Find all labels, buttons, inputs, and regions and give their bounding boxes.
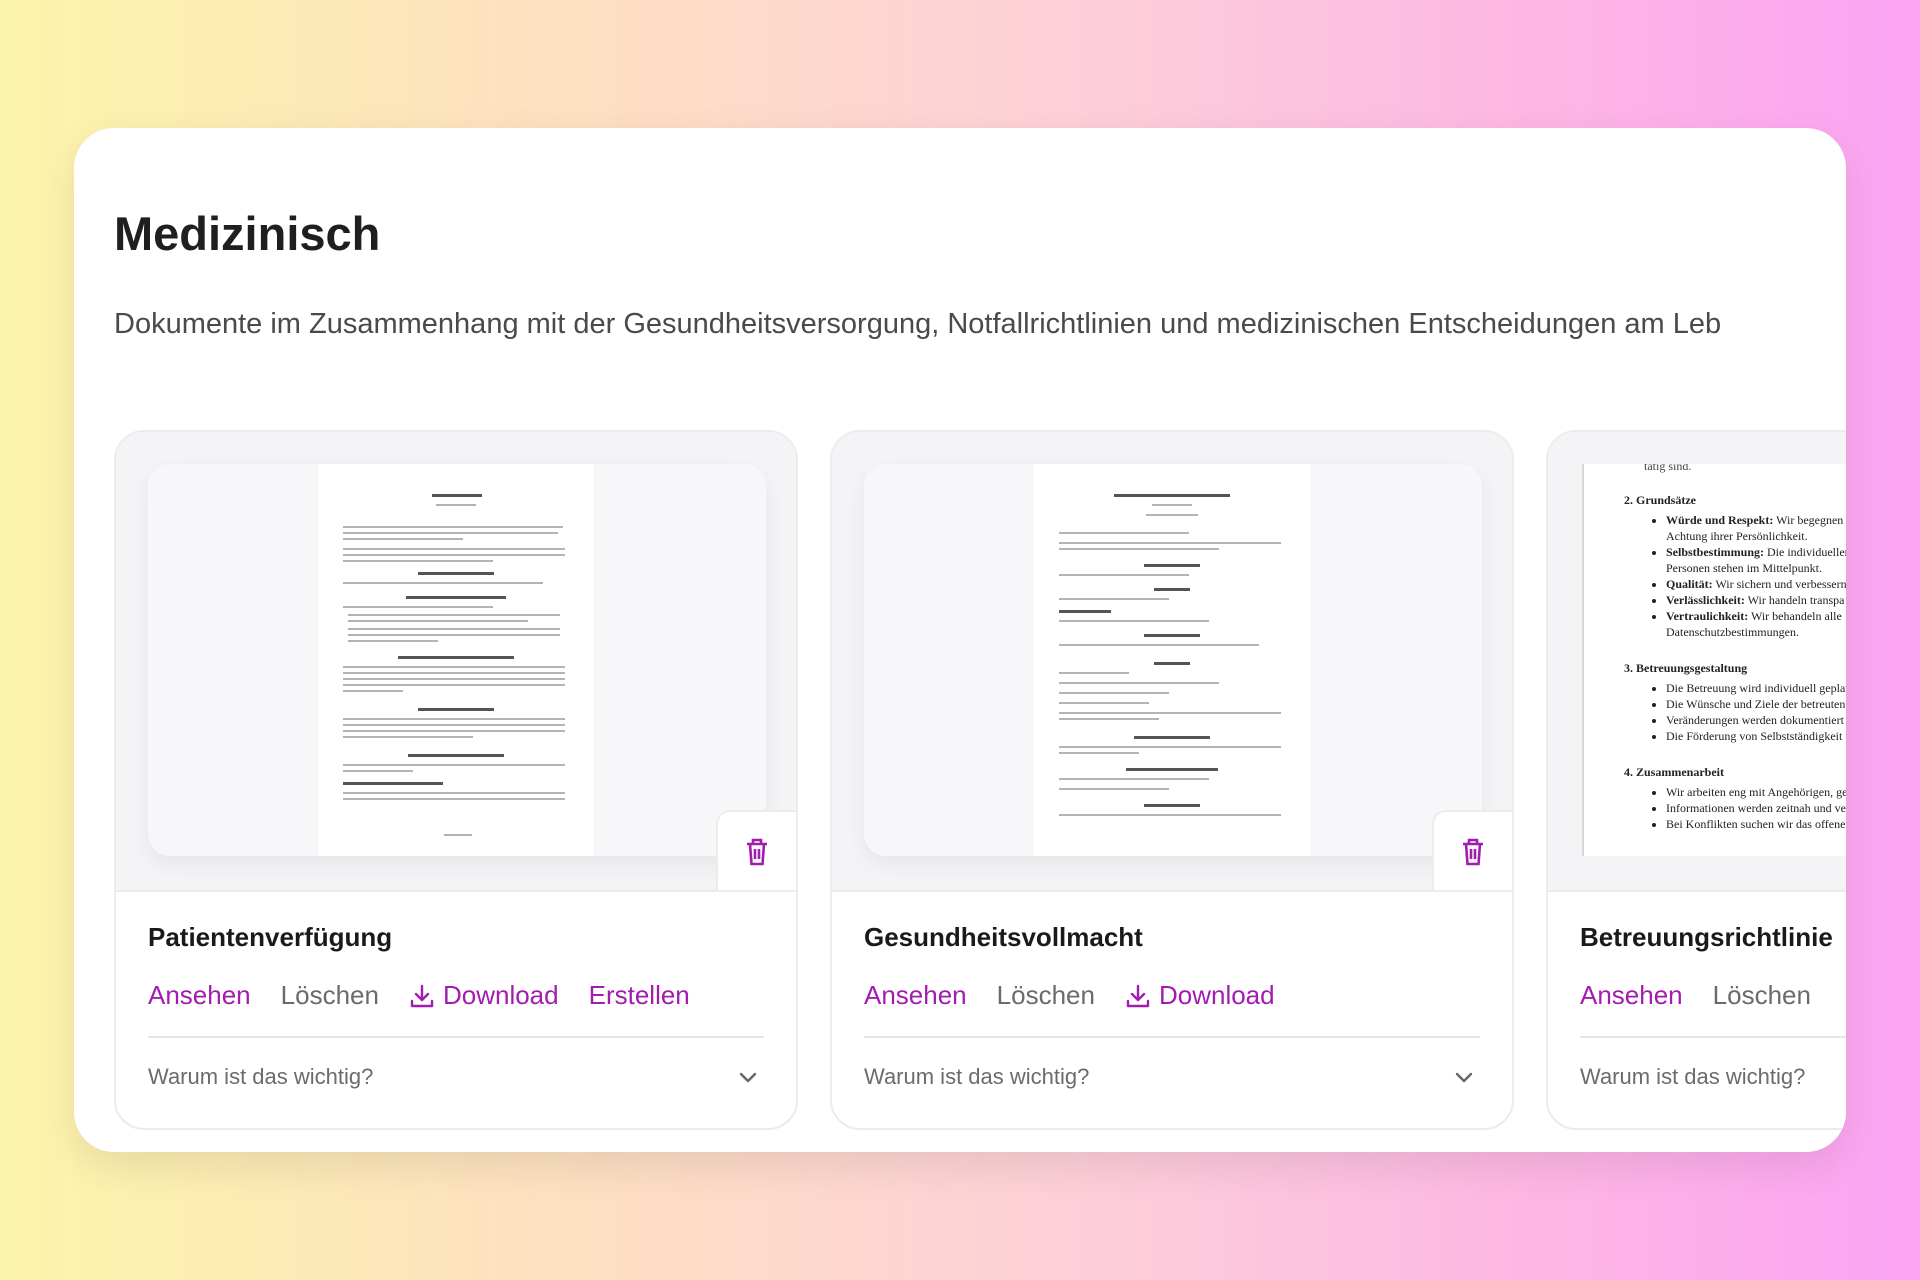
card-actions: Ansehen Löschen	[1580, 980, 1811, 1011]
download-icon	[1126, 984, 1150, 1007]
download-icon	[410, 984, 434, 1007]
delete-link[interactable]: Löschen	[997, 980, 1095, 1011]
view-link[interactable]: Ansehen	[148, 980, 251, 1011]
trash-icon	[1463, 838, 1483, 866]
document-page-text: tätig sind. 2. Grundsätze Würde und Resp…	[1624, 464, 1846, 832]
zusammenarbeit-list: Wir arbeiten eng mit Angehörigen, ge Inf…	[1644, 784, 1846, 832]
card-actions: Ansehen Löschen Download Erstellen	[148, 980, 690, 1011]
card-title: Betreuungsrichtlinie	[1580, 922, 1833, 952]
view-link[interactable]: Ansehen	[1580, 980, 1683, 1011]
document-card-gesundheitsvollmacht: Gesundheitsvollmacht Ansehen Löschen Dow…	[830, 430, 1514, 1130]
delete-preview-button[interactable]	[716, 810, 796, 890]
document-preview[interactable]: tätig sind. 2. Grundsätze Würde und Resp…	[1548, 432, 1846, 892]
download-label: Download	[442, 980, 559, 1010]
delete-preview-button[interactable]	[1432, 810, 1512, 890]
divider	[1580, 1036, 1846, 1038]
preview-frame	[148, 464, 766, 856]
create-link[interactable]: Erstellen	[589, 980, 690, 1011]
delete-link[interactable]: Löschen	[281, 980, 379, 1011]
document-preview[interactable]	[832, 432, 1512, 892]
document-page-image	[318, 464, 594, 856]
document-card-patientenverfuegung: Patientenverfügung Ansehen Löschen Downl…	[114, 430, 798, 1130]
betreuungsgestaltung-list: Die Betreuung wird individuell geplan Di…	[1644, 680, 1846, 744]
card-title: Patientenverfügung	[148, 922, 393, 952]
view-link[interactable]: Ansehen	[864, 980, 967, 1011]
card-title: Gesundheitsvollmacht	[864, 922, 1143, 952]
why-important-toggle[interactable]: Warum ist das wichtig?	[864, 1064, 1089, 1090]
document-preview[interactable]	[116, 432, 796, 892]
document-page-image	[1034, 464, 1310, 856]
chevron-down-icon[interactable]	[738, 1072, 758, 1084]
preview-frame: tätig sind. 2. Grundsätze Würde und Resp…	[1582, 464, 1846, 856]
why-important-toggle[interactable]: Warum ist das wichtig?	[148, 1064, 373, 1090]
medical-documents-panel: Medizinisch Dokumente im Zusammenhang mi…	[74, 128, 1846, 1152]
delete-link[interactable]: Löschen	[1713, 980, 1811, 1011]
card-actions: Ansehen Löschen Download	[864, 980, 1275, 1011]
trash-icon	[747, 838, 767, 866]
download-label: Download	[1158, 980, 1275, 1010]
grundsaetze-list: Würde und Respekt: Wir begegnen a Achtun…	[1644, 512, 1846, 640]
chevron-down-icon[interactable]	[1454, 1072, 1474, 1084]
preview-frame	[864, 464, 1482, 856]
why-important-toggle[interactable]: Warum ist das wichtig?	[1580, 1064, 1805, 1090]
section-title: Medizinisch	[114, 207, 381, 260]
divider	[148, 1036, 764, 1038]
section-description: Dokumente im Zusammenhang mit der Gesund…	[114, 308, 1722, 340]
download-link[interactable]: Download	[409, 980, 559, 1011]
document-card-betreuungsrichtlinie: tätig sind. 2. Grundsätze Würde und Resp…	[1546, 430, 1846, 1130]
divider	[864, 1036, 1480, 1038]
download-link[interactable]: Download	[1125, 980, 1275, 1011]
